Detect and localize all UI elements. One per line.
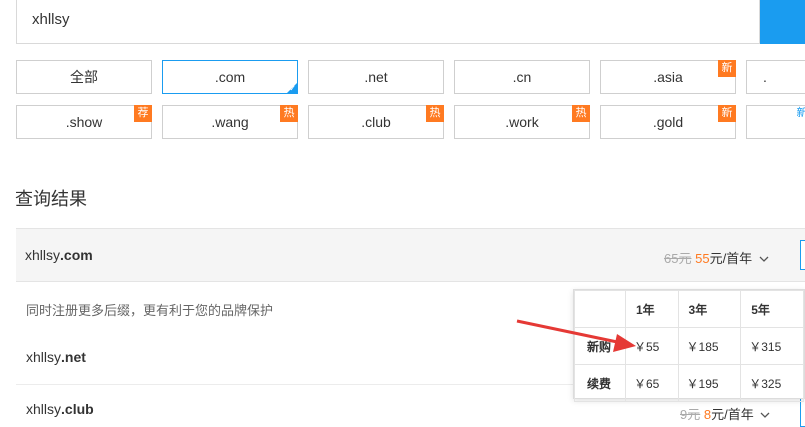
tld-filter-asia[interactable]: .asia 新 (600, 60, 736, 94)
chevron-down-icon (760, 412, 770, 418)
price-table: 1年 3年 5年 新购 ￥55 ￥185 ￥315 续费 ￥65 ￥195 ￥3… (574, 290, 804, 402)
hot-badge: 热 (426, 105, 444, 122)
tld-filter-net[interactable]: .net (308, 60, 444, 94)
recommend-badge: 荐 (134, 105, 152, 122)
price-selector[interactable]: 65元 55元/首年 (664, 248, 769, 267)
price-cell: ￥185 (677, 327, 742, 365)
price-cell: ￥195 (677, 364, 742, 402)
tld-filter-club[interactable]: .club 热 (308, 105, 444, 139)
hot-badge: 热 (280, 105, 298, 122)
tld-filter-more[interactable]: . (746, 60, 805, 94)
row-label: 新购 (574, 327, 626, 365)
header-3-year: 3年 (677, 290, 742, 328)
price-table-corner (574, 290, 626, 328)
result-domain: xhllsy.com (25, 247, 93, 263)
tld-label: . (763, 69, 767, 85)
hint-text: 同时注册更多后缀，更有利于您的品牌保护 (26, 303, 274, 318)
search-input[interactable]: xhllsy (16, 0, 760, 44)
row-label: 续费 (574, 364, 626, 402)
original-price: 9元 (680, 407, 701, 422)
price-popup: 1年 3年 5年 新购 ￥55 ￥185 ￥315 续费 ￥65 ￥195 ￥3… (573, 289, 805, 402)
price-cell: ￥315 (740, 327, 804, 365)
header-1-year: 1年 (625, 290, 679, 328)
price-unit: 元/首年 (711, 407, 754, 422)
price-row-new: 新购 ￥55 ￥185 ￥315 (574, 327, 804, 365)
tld-label: .asia (653, 69, 683, 85)
tld-filter-show[interactable]: .show 荐 (16, 105, 152, 139)
tld-filter-wang[interactable]: .wang 热 (162, 105, 298, 139)
price-unit: 元/首年 (709, 251, 753, 266)
result-domain: xhllsy.club (26, 401, 94, 417)
price-cell: ￥55 (625, 327, 679, 365)
tld-label: .show (65, 114, 103, 130)
add-to-cart-button[interactable] (800, 240, 805, 270)
original-price: 65元 (664, 251, 692, 266)
search-button[interactable] (760, 0, 805, 44)
price-table-header: 1年 3年 5年 (574, 290, 804, 328)
new-badge: 新 (718, 105, 736, 122)
tld-filter-gold[interactable]: .gold 新 (600, 105, 736, 139)
tld-label: .cn (512, 69, 532, 85)
check-icon: ✓ (289, 84, 296, 93)
tld-label: .net (364, 69, 388, 85)
tld-filter-work[interactable]: .work 热 (454, 105, 590, 139)
price-cell: ￥325 (740, 364, 804, 402)
new-badge: 新 (796, 107, 805, 119)
results-title: 查询结果 (15, 189, 87, 209)
new-badge: 新 (718, 60, 736, 77)
row-divider (16, 384, 576, 385)
tld-filter-all[interactable]: 全部 (16, 60, 152, 94)
chevron-down-icon (759, 256, 769, 262)
tld-label: .club (361, 114, 391, 130)
search-input-value: xhllsy (32, 11, 70, 28)
tld-label: .work (505, 114, 539, 130)
price-selector[interactable]: 9元 8元/首年 (680, 404, 770, 423)
tld-label: 全部 (70, 69, 98, 85)
tld-label: .wang (211, 114, 249, 130)
price-cell: ￥65 (625, 364, 679, 402)
tld-label: .gold (652, 114, 684, 130)
tld-filter-com[interactable]: .com ✓ (162, 60, 298, 94)
result-domain: xhllsy.net (26, 349, 86, 365)
discount-price: 55 (695, 251, 710, 266)
tld-filter-cn[interactable]: .cn (454, 60, 590, 94)
header-5-year: 5年 (740, 290, 804, 328)
discount-price: 8 (703, 407, 712, 422)
hot-badge: 热 (572, 105, 590, 122)
tld-filter-more-2[interactable]: 新 (746, 105, 805, 139)
tld-label: .com (214, 69, 246, 85)
price-row-renew: 续费 ￥65 ￥195 ￥325 (574, 364, 804, 402)
